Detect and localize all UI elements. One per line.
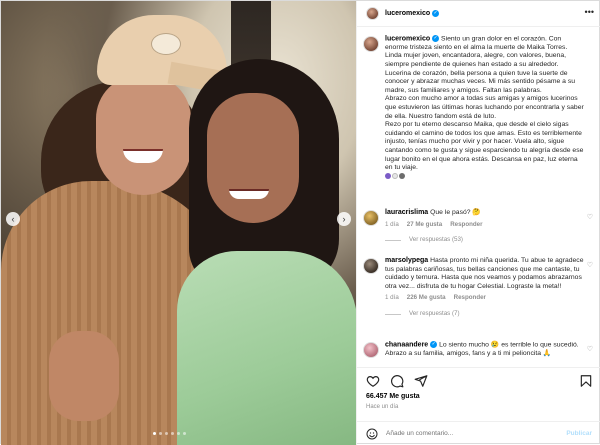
action-icons — [366, 374, 428, 388]
photo-cap-logo — [151, 33, 181, 55]
like-comment-heart-icon[interactable]: ♡ — [587, 345, 593, 353]
caption-text: luceromexico ✓ Siento un gran dolor en el… — [385, 35, 585, 181]
carousel-dot — [183, 432, 186, 435]
like-comment-heart-icon[interactable]: ♡ — [587, 261, 593, 269]
comment-likes[interactable]: 27 Me gusta — [407, 221, 442, 228]
white-heart-icon — [392, 173, 398, 179]
view-replies-label[interactable]: Ver respuestas (7) — [409, 310, 460, 319]
post-sidebar: luceromexico ✓ ••• luceromexico ✓ Siento … — [356, 1, 600, 445]
carousel-dot — [171, 432, 174, 435]
comment-meta: 1 día 226 Me gusta Responder — [385, 294, 585, 303]
carousel-dot-active — [153, 432, 156, 435]
comments-scroll-area[interactable]: luceromexico ✓ Siento un gran dolor en el… — [357, 31, 600, 361]
replies-line — [385, 239, 401, 241]
post-header: luceromexico ✓ ••• — [357, 1, 600, 27]
replies-line — [385, 313, 401, 315]
publish-button[interactable]: Publicar — [566, 430, 592, 437]
comment-body: chanaandere ✓ Lo siento mucho 😢 es terrib… — [385, 341, 585, 358]
author-avatar[interactable] — [363, 36, 379, 52]
share-send-icon[interactable] — [414, 374, 428, 388]
like-heart-icon[interactable] — [366, 374, 380, 388]
dove-icon — [399, 173, 405, 179]
carousel-dot — [177, 432, 180, 435]
verified-badge-icon: ✓ — [430, 341, 438, 348]
likes-count[interactable]: 66.457 Me gusta — [366, 393, 420, 400]
verified-badge-icon: ✓ — [432, 10, 440, 17]
commenter-username[interactable]: lauracrislima — [385, 209, 428, 216]
comment-text: Que le pasó? — [430, 209, 471, 216]
comment-likes[interactable]: 226 Me gusta — [407, 294, 446, 301]
like-comment-heart-icon[interactable]: ♡ — [587, 213, 593, 221]
prev-image-button[interactable]: ‹ — [6, 212, 20, 226]
next-image-button[interactable]: › — [337, 212, 351, 226]
photo-person-right-smile — [229, 189, 269, 199]
view-replies-button[interactable]: Ver respuestas (53) — [385, 236, 585, 245]
reply-button[interactable]: Responder — [450, 221, 482, 228]
bookmark-icon[interactable] — [579, 374, 593, 388]
commenter-username[interactable]: chanaandere — [385, 341, 428, 348]
purple-heart-icon — [385, 173, 391, 179]
comment-item: lauracrislima Que le pasó? 🤔 1 día 27 Me … — [363, 209, 599, 245]
carousel-dots — [153, 432, 186, 435]
caption-paragraph: Abrazo con mucho amor a todas sus amigas… — [385, 95, 584, 120]
thinking-face-icon: 🤔 — [470, 209, 481, 216]
comment-bubble-icon[interactable] — [390, 374, 404, 388]
commenter-avatar[interactable] — [363, 342, 379, 358]
post-dialog: ‹ › luceromexico ✓ ••• luceromexico ✓ Sie… — [0, 0, 600, 445]
comment-time: 1 día — [385, 294, 399, 302]
photo-person-left-face — [96, 75, 191, 195]
caption-emojis — [385, 173, 585, 182]
comment-item: chanaandere ✓ Lo siento mucho 😢 es terrib… — [363, 341, 599, 358]
reply-button[interactable]: Responder — [454, 294, 486, 301]
comment-composer: Publicar — [357, 421, 600, 445]
commenter-username[interactable]: marsolypega — [385, 257, 428, 264]
comment-item: marsolypega Hasta pronto mi niña querida… — [363, 257, 599, 319]
view-replies-label[interactable]: Ver respuestas (53) — [409, 236, 463, 245]
photo-hand — [49, 331, 119, 421]
carousel-dot — [165, 432, 168, 435]
comment-meta: 1 día 27 Me gusta Responder — [385, 221, 585, 230]
more-options-icon[interactable]: ••• — [585, 7, 594, 17]
caption-username[interactable]: luceromexico — [385, 35, 430, 42]
caption-paragraph: Lucerina de corazón, bella persona a qui… — [385, 69, 576, 94]
caption-block: luceromexico ✓ Siento un gran dolor en el… — [363, 35, 599, 181]
post-photo[interactable]: ‹ › — [1, 1, 356, 445]
verified-badge-icon: ✓ — [432, 35, 440, 42]
post-timestamp: Hace un día — [366, 404, 399, 410]
author-username[interactable]: luceromexico — [385, 10, 430, 17]
photo-person-right-shirt — [177, 251, 356, 445]
caption-paragraph: Rezo por tu eterno descanso Maika, que d… — [385, 121, 584, 172]
post-actions: 66.457 Me gusta Hace un día — [357, 367, 600, 415]
carousel-dot — [159, 432, 162, 435]
photo-person-right-face — [207, 93, 299, 223]
comment-body: lauracrislima Que le pasó? 🤔 1 día 27 Me … — [385, 209, 585, 245]
comment-input[interactable] — [386, 430, 536, 437]
comment-body: marsolypega Hasta pronto mi niña querida… — [385, 257, 585, 319]
view-replies-button[interactable]: Ver respuestas (7) — [385, 310, 585, 319]
commenter-avatar[interactable] — [363, 210, 379, 226]
comment-time: 1 día — [385, 220, 399, 228]
author-avatar[interactable] — [366, 7, 379, 20]
emoji-smiley-icon[interactable] — [366, 428, 378, 440]
commenter-avatar[interactable] — [363, 258, 379, 274]
